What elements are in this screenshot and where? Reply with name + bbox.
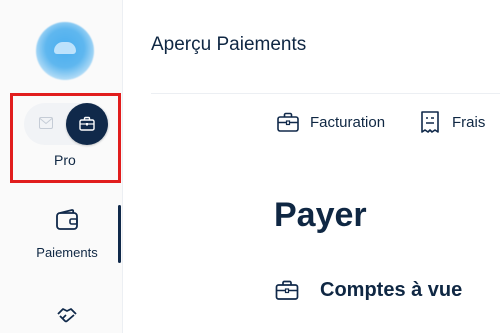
handshake-icon <box>57 308 77 323</box>
sidebar-item-label: Paiements <box>36 245 98 260</box>
wallet-icon <box>56 209 78 230</box>
briefcase-icon <box>79 116 95 131</box>
sidebar-item-partners[interactable] <box>20 302 114 328</box>
envelope-icon <box>39 117 53 129</box>
app-window: Pro Paiements Aperçu Paiements Facturati… <box>0 0 500 333</box>
briefcase-icon <box>275 280 299 300</box>
briefcase-icon <box>277 112 299 132</box>
tab-facturation[interactable]: Facturation <box>276 109 385 135</box>
page-header-title: Aperçu Paiements <box>151 34 307 55</box>
cloud-logo-icon <box>54 42 76 54</box>
active-nav-indicator <box>118 205 121 263</box>
section-comptes-a-vue[interactable]: Comptes à vue <box>274 277 462 303</box>
receipt-icon <box>421 111 439 133</box>
section-title: Comptes à vue <box>320 278 463 301</box>
tab-label: Frais <box>452 113 486 131</box>
sidebar: Pro Paiements <box>0 0 123 333</box>
toggle-knob-pro[interactable] <box>66 103 108 145</box>
pro-toggle-label: Pro <box>54 152 76 168</box>
tab-label: Facturation <box>310 113 386 131</box>
sidebar-item-paiements[interactable]: Paiements <box>20 207 114 260</box>
header-divider <box>151 93 500 94</box>
page-title: Payer <box>274 196 367 234</box>
pro-toggle[interactable] <box>24 103 110 145</box>
tab-frais[interactable]: Frais <box>418 109 485 135</box>
